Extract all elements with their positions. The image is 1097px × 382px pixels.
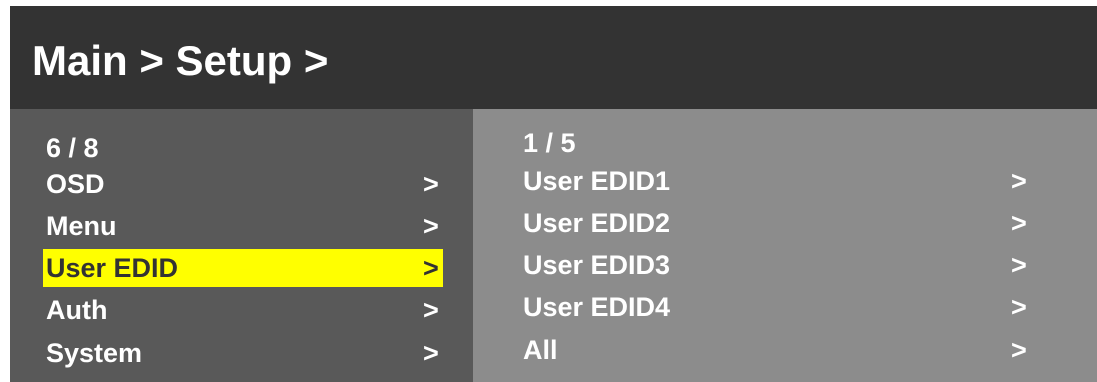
setup-menu-position-counter: 6 / 8 [46,133,99,163]
menu-item-label: Menu [46,211,117,241]
submenu-arrow-icon: > [1011,292,1027,322]
menu-header: Main > Setup > [10,6,1097,109]
submenu-item-user-edid4[interactable]: User EDID4 > [520,288,1040,326]
submenu-item-label: User EDID4 [523,292,671,322]
breadcrumb: Main > Setup > [32,37,329,84]
submenu-arrow-icon: > [423,338,439,368]
menu-item-label: Auth [46,295,108,325]
menu-item-system[interactable]: System > [43,334,443,372]
menu-item-label: User EDID [46,253,179,283]
submenu-item-all[interactable]: All > [520,331,1040,369]
submenu-arrow-icon: > [423,211,439,241]
submenu-arrow-icon: > [423,253,439,283]
submenu-item-user-edid2[interactable]: User EDID2 > [520,204,1040,242]
submenu-arrow-icon: > [1011,208,1027,238]
menu-item-user-edid[interactable]: User EDID > [43,249,443,287]
submenu-item-user-edid3[interactable]: User EDID3 > [520,246,1040,284]
menu-item-auth[interactable]: Auth > [43,291,443,329]
submenu-item-label: User EDID1 [523,166,671,196]
submenu-position-counter: 1 / 5 [523,128,576,158]
submenu-item-label: All [523,335,558,365]
menu-item-menu[interactable]: Menu > [43,207,443,245]
osd-menu-window: Main > Setup > 6 / 8 OSD > Menu > User E… [10,6,1097,382]
submenu-arrow-icon: > [1011,250,1027,280]
submenu-arrow-icon: > [1011,166,1027,196]
menu-item-osd[interactable]: OSD > [43,165,443,203]
submenu-item-user-edid1[interactable]: User EDID1 > [520,162,1040,200]
menu-item-label: OSD [46,169,105,199]
user-edid-submenu-panel: 1 / 5 User EDID1 > User EDID2 > User EDI… [473,109,1097,382]
setup-menu-panel: 6 / 8 OSD > Menu > User EDID > Auth > Sy… [10,109,473,382]
submenu-item-label: User EDID2 [523,208,671,238]
menu-item-label: System [46,338,143,368]
submenu-arrow-icon: > [1011,335,1027,365]
submenu-arrow-icon: > [423,295,439,325]
submenu-item-label: User EDID3 [523,250,671,280]
submenu-arrow-icon: > [423,169,439,199]
